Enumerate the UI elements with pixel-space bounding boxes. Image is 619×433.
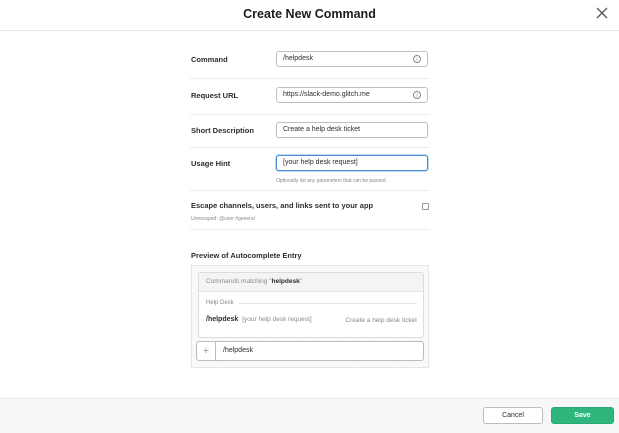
matching-term: helpdesk xyxy=(271,278,300,285)
usage-hint-value: [your help desk request] xyxy=(283,159,358,166)
usage-hint-row: Usage Hint [your help desk request] Opti… xyxy=(190,148,430,191)
usage-hint-help: Optionally list any parameters that can … xyxy=(276,178,387,184)
message-input[interactable]: + /helpdesk xyxy=(196,341,424,361)
escape-label: Escape channels, users, and links sent t… xyxy=(191,201,374,210)
matching-prefix: Commands matching " xyxy=(206,278,272,285)
escape-sub: Unescaped: @user #general xyxy=(191,216,255,222)
plus-icon[interactable]: + xyxy=(197,342,216,360)
command-input[interactable]: /helpdesk i xyxy=(276,51,428,67)
short-description-label: Short Description xyxy=(191,126,254,135)
close-icon[interactable] xyxy=(595,6,609,20)
autocomplete-item[interactable]: /helpdesk [your help desk request] xyxy=(206,316,312,323)
info-icon[interactable]: i xyxy=(413,91,421,99)
matching-suffix: " xyxy=(299,278,303,285)
usage-hint-input[interactable]: [your help desk request] xyxy=(276,155,428,171)
command-row: Command /helpdesk i xyxy=(190,40,430,79)
autocomplete-preview: Commands matching "helpdesk" Help Desk /… xyxy=(191,265,429,368)
command-label: Command xyxy=(191,55,228,64)
request-url-label: Request URL xyxy=(191,91,239,100)
autocomplete-card: Commands matching "helpdesk" Help Desk /… xyxy=(198,272,424,338)
preview-title: Preview of Autocomplete Entry xyxy=(191,251,302,260)
short-description-row: Short Description Create a help desk tic… xyxy=(190,115,430,148)
info-icon[interactable]: i xyxy=(413,55,421,63)
request-url-value: https://slack-demo.glitch.me xyxy=(283,91,370,98)
autocomplete-group: Help Desk xyxy=(206,300,234,306)
escape-checkbox[interactable] xyxy=(422,203,429,210)
save-button[interactable]: Save xyxy=(551,407,614,424)
cancel-button[interactable]: Cancel xyxy=(483,407,543,424)
message-input-text: /helpdesk xyxy=(223,347,253,354)
escape-row: Escape channels, users, and links sent t… xyxy=(190,191,430,230)
request-url-input[interactable]: https://slack-demo.glitch.me i xyxy=(276,87,428,103)
command-form: Command /helpdesk i Request URL https://… xyxy=(190,40,430,230)
autocomplete-hint: [your help desk request] xyxy=(242,316,312,323)
autocomplete-header: Commands matching "helpdesk" xyxy=(199,273,423,292)
request-url-row: Request URL https://slack-demo.glitch.me… xyxy=(190,79,430,115)
autocomplete-description: Create a help desk ticket xyxy=(345,317,417,324)
dialog-header: Create New Command xyxy=(0,0,619,31)
usage-hint-label: Usage Hint xyxy=(191,159,231,168)
autocomplete-command: /helpdesk xyxy=(206,316,239,323)
dialog-footer: Cancel Save xyxy=(0,398,619,433)
short-description-value: Create a help desk ticket xyxy=(283,126,361,133)
command-value: /helpdesk xyxy=(283,55,313,62)
group-divider xyxy=(239,303,417,304)
dialog-title: Create New Command xyxy=(243,7,376,21)
short-description-input[interactable]: Create a help desk ticket xyxy=(276,122,428,138)
